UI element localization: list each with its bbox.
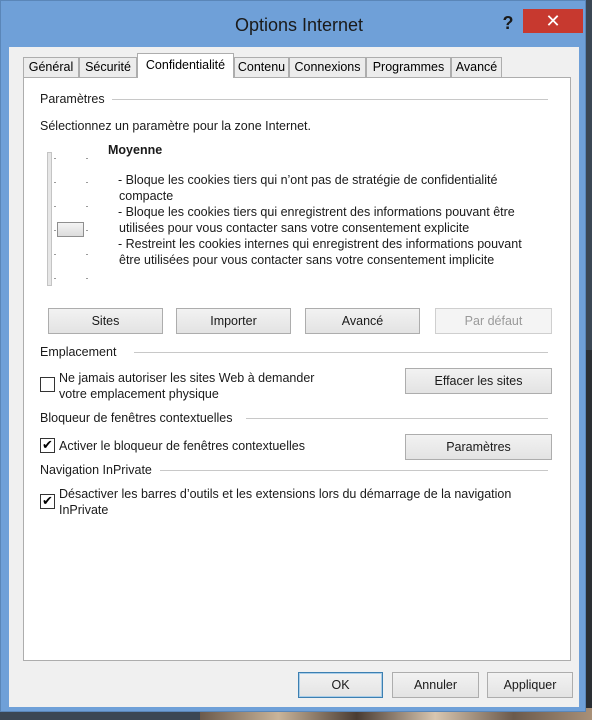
tab-advanced[interactable]: Avancé — [451, 57, 502, 77]
privacy-level-description-line: utilisées pour vous contacter sans votre… — [119, 221, 470, 235]
settings-group-divider — [112, 99, 548, 100]
slider-tick — [86, 182, 88, 183]
location-checkbox-label: Ne jamais autoriser les sites Web à dema… — [59, 371, 315, 385]
sites-button[interactable]: Sites — [48, 308, 163, 334]
slider-tick — [86, 254, 88, 255]
checkmark-icon: ✔ — [42, 437, 53, 452]
close-button[interactable]: ✕ — [523, 9, 583, 33]
tab-connections[interactable]: Connexions — [289, 57, 366, 77]
cancel-button[interactable]: Annuler — [392, 672, 479, 698]
tab-security[interactable]: Sécurité — [79, 57, 137, 77]
inprivate-group-label: Navigation InPrivate — [40, 463, 152, 477]
location-checkbox-label: votre emplacement physique — [59, 387, 219, 401]
slider-tick — [86, 278, 88, 279]
popup-blocker-group-divider — [246, 418, 548, 419]
inprivate-checkbox[interactable]: ✔ — [40, 494, 55, 509]
inprivate-checkbox-label: Désactiver les barres d’outils et les ex… — [59, 487, 512, 501]
zone-instruction: Sélectionnez un paramètre pour la zone I… — [40, 119, 312, 133]
slider-tick — [86, 206, 88, 207]
privacy-level-description-line: - Bloque les cookies tiers qui n’ont pas… — [118, 173, 498, 187]
privacy-level-description-line: - Restreint les cookies internes qui enr… — [118, 237, 522, 251]
popup-settings-button[interactable]: Paramètres — [405, 434, 552, 460]
import-button[interactable]: Importer — [176, 308, 291, 334]
inprivate-group-divider — [160, 470, 548, 471]
advanced-button[interactable]: Avancé — [305, 308, 420, 334]
title-bar[interactable]: Options Internet ? ✕ — [1, 1, 585, 47]
checkmark-icon: ✔ — [42, 493, 53, 508]
privacy-level-slider-thumb[interactable] — [57, 222, 84, 237]
privacy-level-title: Moyenne — [108, 143, 163, 157]
apply-button[interactable]: Appliquer — [487, 672, 573, 698]
slider-tick — [54, 158, 56, 159]
slider-tick — [86, 230, 88, 231]
inprivate-checkbox-label: InPrivate — [59, 503, 109, 517]
default-button[interactable]: Par défaut — [435, 308, 552, 334]
slider-tick — [54, 206, 56, 207]
tab-general[interactable]: Général — [23, 57, 79, 77]
privacy-level-description-line: être utilisées pour vous contacter sans … — [119, 253, 495, 267]
desktop-background-edge — [585, 350, 592, 720]
ok-button[interactable]: OK — [298, 672, 383, 698]
slider-tick — [54, 182, 56, 183]
popup-blocker-checkbox[interactable]: ✔ — [40, 438, 55, 453]
tab-content[interactable]: Contenu — [234, 57, 289, 77]
slider-tick — [54, 278, 56, 279]
help-button[interactable]: ? — [495, 11, 521, 35]
slider-tick — [54, 230, 56, 231]
privacy-level-description-line: - Bloque les cookies tiers qui enregistr… — [118, 205, 515, 219]
slider-tick — [54, 254, 56, 255]
popup-blocker-group-label: Bloqueur de fenêtres contextuelles — [40, 411, 233, 425]
slider-tick — [86, 158, 88, 159]
location-group-divider — [134, 352, 548, 353]
location-group-label: Emplacement — [40, 345, 117, 359]
popup-blocker-checkbox-label: Activer le bloqueur de fenêtres contextu… — [59, 439, 305, 453]
tab-privacy[interactable]: Confidentialité — [137, 53, 234, 78]
location-checkbox[interactable] — [40, 377, 55, 392]
privacy-level-slider-track[interactable] — [47, 152, 52, 286]
tab-programs[interactable]: Programmes — [366, 57, 451, 77]
settings-group-label: Paramètres — [40, 92, 105, 106]
privacy-level-description-line: compacte — [119, 189, 174, 203]
clear-sites-button[interactable]: Effacer les sites — [405, 368, 552, 394]
